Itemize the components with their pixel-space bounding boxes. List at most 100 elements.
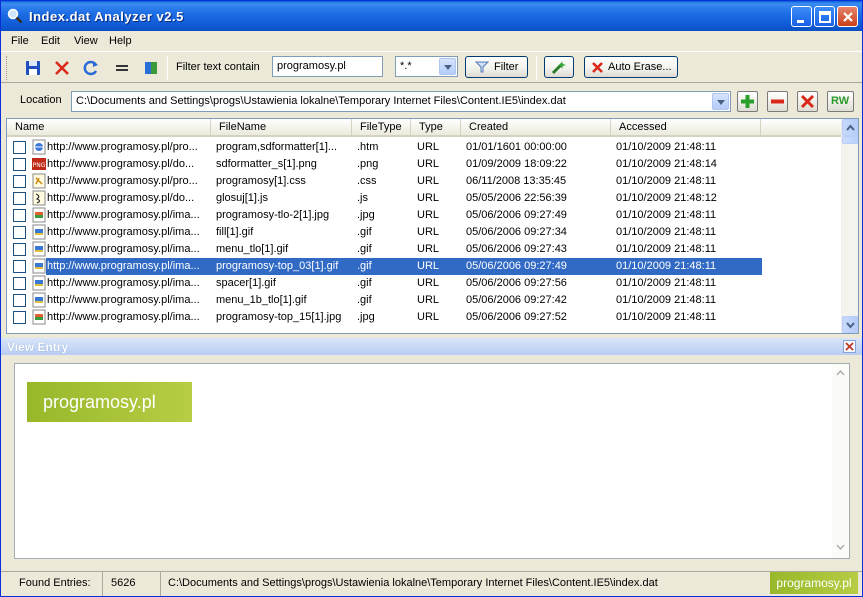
cell-filename: programosy-top_03[1].gif	[216, 260, 339, 272]
filter-button[interactable]: Filter	[465, 56, 528, 78]
menu-file[interactable]: File	[11, 35, 29, 47]
export-icon[interactable]	[141, 58, 161, 78]
column-header-name[interactable]: Name	[7, 119, 211, 137]
row-checkbox[interactable]	[13, 175, 26, 188]
clear-location-button[interactable]	[797, 91, 818, 112]
row-checkbox[interactable]	[13, 209, 26, 222]
cell-name: http://www.programosy.pl/pro...	[47, 141, 198, 153]
view-entry-close-button[interactable]	[843, 340, 856, 353]
gif-icon	[32, 224, 46, 240]
table-row[interactable]: http://www.programosy.pl/ima... menu_1b_t…	[7, 292, 842, 309]
cell-name: http://www.programosy.pl/ima...	[47, 226, 200, 238]
toolbar-grip[interactable]	[6, 56, 9, 80]
column-header-accessed[interactable]: Accessed	[611, 119, 761, 137]
row-checkbox[interactable]	[13, 311, 26, 324]
table-row[interactable]: http://www.programosy.pl/do... glosuj[1].…	[7, 190, 842, 207]
chevron-down-icon[interactable]	[712, 93, 729, 110]
remove-location-button[interactable]	[767, 91, 788, 112]
table-row[interactable]: http://www.programosy.pl/ima... programos…	[7, 258, 842, 275]
table-row[interactable]: http://www.programosy.pl/pro... programos…	[7, 173, 842, 190]
cell-filename: menu_tlo[1].gif	[216, 243, 289, 255]
chevron-down-icon[interactable]	[439, 58, 456, 75]
table-row[interactable]: PNG http://www.programosy.pl/do... sdforma…	[7, 156, 842, 173]
location-path-select[interactable]: C:\Documents and Settings\progs\Ustawien…	[71, 91, 731, 112]
cell-created: 06/11/2008 13:35:45	[466, 175, 567, 187]
magnifier-icon	[7, 8, 23, 24]
menu-edit[interactable]: Edit	[41, 35, 60, 47]
column-header-filetype[interactable]: FileType	[352, 119, 411, 137]
status-logo: programosy.pl	[770, 572, 858, 594]
row-checkbox[interactable]	[13, 260, 26, 273]
menu-bar: File Edit View Help	[1, 31, 862, 51]
cell-created: 05/05/2006 22:56:39	[466, 192, 567, 204]
scroll-up-button[interactable]	[842, 119, 858, 136]
cell-type: URL	[417, 243, 440, 255]
delete-icon[interactable]	[52, 58, 72, 78]
location-path-value: C:\Documents and Settings\progs\Ustawien…	[76, 95, 566, 107]
maximize-button[interactable]	[814, 6, 835, 27]
chevron-down-icon[interactable]	[834, 542, 847, 552]
entries-list[interactable]: Name FileName FileType Type Created Acce…	[6, 118, 859, 334]
table-row[interactable]: http://www.programosy.pl/ima... fill[1].g…	[7, 224, 842, 241]
save-icon[interactable]	[23, 58, 43, 78]
table-row[interactable]: http://www.programosy.pl/pro... program,s…	[7, 139, 842, 156]
close-button[interactable]	[837, 6, 858, 27]
auto-erase-button[interactable]: Auto Erase...	[584, 56, 678, 78]
list-scrollbar[interactable]	[841, 119, 858, 333]
row-checkbox[interactable]	[13, 226, 26, 239]
table-row[interactable]: http://www.programosy.pl/ima... programos…	[7, 309, 842, 326]
table-row[interactable]: http://www.programosy.pl/ima... menu_tlo[…	[7, 241, 842, 258]
row-checkbox[interactable]	[13, 243, 26, 256]
cell-accessed: 01/10/2009 21:48:11	[616, 226, 717, 238]
cell-name: http://www.programosy.pl/ima...	[47, 260, 200, 272]
cell-filetype: .htm	[357, 141, 379, 153]
cell-type: URL	[417, 209, 440, 221]
row-checkbox[interactable]	[13, 294, 26, 307]
cell-accessed: 01/10/2009 21:48:11	[616, 243, 717, 255]
auto-erase-label: Auto Erase...	[608, 61, 672, 73]
funnel-icon	[475, 61, 489, 73]
column-header-type[interactable]: Type	[411, 119, 461, 137]
css-icon	[32, 173, 46, 189]
refresh-icon[interactable]	[81, 58, 101, 78]
cell-created: 05/06/2006 09:27:52	[466, 311, 567, 323]
cell-created: 05/06/2006 09:27:56	[466, 277, 567, 289]
location-bar: Location C:\Documents and Settings\progs…	[1, 84, 862, 118]
table-row[interactable]: http://www.programosy.pl/ima... programos…	[7, 207, 842, 224]
column-header-created[interactable]: Created	[461, 119, 611, 137]
menu-help[interactable]: Help	[109, 35, 132, 47]
cell-filename: program,sdformatter[1]...	[216, 141, 338, 153]
scroll-thumb[interactable]	[842, 136, 858, 144]
menu-view[interactable]: View	[74, 35, 98, 47]
wizard-button[interactable]	[544, 56, 574, 78]
cell-filetype: .css	[357, 175, 377, 187]
plus-icon	[741, 95, 754, 108]
rw-button[interactable]: RW	[827, 91, 854, 112]
extension-select[interactable]: *.*	[395, 56, 458, 77]
cell-filename: programosy-top_15[1].jpg	[216, 311, 342, 323]
title-bar[interactable]: Index.dat Analyzer v2.5	[1, 1, 862, 31]
gif-icon	[32, 292, 46, 308]
scroll-down-button[interactable]	[842, 316, 858, 333]
preview-scrollbar[interactable]	[832, 364, 849, 558]
cell-created: 05/06/2006 09:27:42	[466, 294, 567, 306]
column-header-filename[interactable]: FileName	[211, 119, 352, 137]
cell-type: URL	[417, 311, 440, 323]
row-checkbox[interactable]	[13, 158, 26, 171]
status-path: C:\Documents and Settings\progs\Ustawien…	[168, 577, 658, 589]
cell-accessed: 01/10/2009 21:48:11	[616, 294, 717, 306]
cell-accessed: 01/10/2009 21:48:11	[616, 277, 717, 289]
cell-created: 01/01/1601 00:00:00	[466, 141, 567, 153]
cell-type: URL	[417, 277, 440, 289]
add-location-button[interactable]	[737, 91, 758, 112]
chevron-up-icon[interactable]	[834, 368, 847, 378]
equals-icon[interactable]	[112, 58, 132, 78]
cell-created: 05/06/2006 09:27:49	[466, 260, 567, 272]
row-checkbox[interactable]	[13, 192, 26, 205]
row-checkbox[interactable]	[13, 141, 26, 154]
cell-name: http://www.programosy.pl/pro...	[47, 175, 198, 187]
minimize-button[interactable]	[791, 6, 812, 27]
row-checkbox[interactable]	[13, 277, 26, 290]
filter-text-input[interactable]: programosy.pl	[272, 56, 383, 77]
table-row[interactable]: http://www.programosy.pl/ima... spacer[1]…	[7, 275, 842, 292]
